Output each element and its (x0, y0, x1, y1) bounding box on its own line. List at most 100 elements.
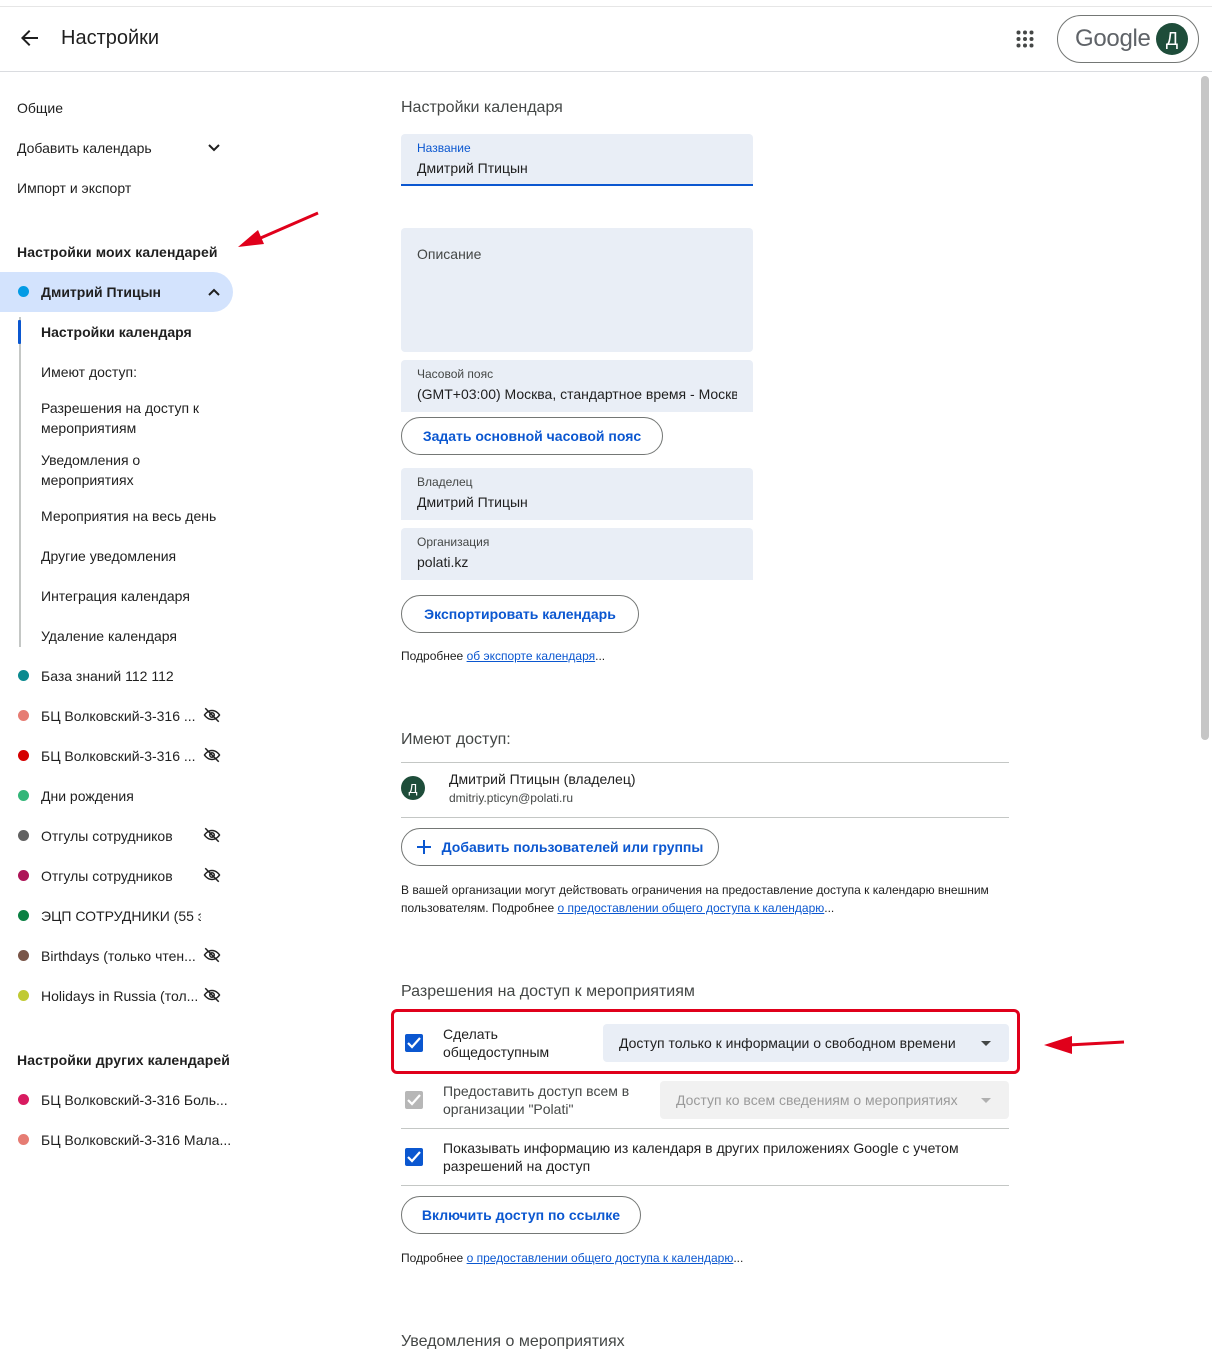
calendar-item[interactable]: ЭЦП СОТРУДНИКИ (55 эцп) (0, 896, 240, 936)
eye-off-icon[interactable] (203, 746, 223, 766)
calendar-item[interactable]: Birthdays (только чтен... (0, 936, 240, 976)
nav-import-export[interactable]: Импорт и экспорт (17, 180, 131, 196)
calendar-color-dot (18, 830, 29, 841)
account-chip[interactable]: Google Д (1057, 15, 1199, 63)
check-icon (407, 1094, 421, 1106)
org-access-checkbox (405, 1091, 423, 1109)
calendar-item[interactable]: Отгулы сотрудников (0, 856, 240, 896)
export-calendar-button[interactable]: Экспортировать календарь (401, 595, 639, 633)
calendar-color-dot (18, 1094, 29, 1105)
subnav-other-notifications[interactable]: Другие уведомления (41, 546, 231, 566)
calendar-item[interactable]: БЦ Волковский-3-316 Боль... (0, 1080, 240, 1120)
subnav-shared-with[interactable]: Имеют доступ: (41, 362, 231, 382)
timezone-value[interactable]: (GMT+03:00) Москва, стандартное время - … (417, 386, 737, 402)
export-note-prefix: Подробнее (401, 649, 467, 663)
organization-value: polati.kz (417, 554, 469, 570)
calendar-label: Дни рождения (41, 788, 134, 804)
divider (401, 1128, 1009, 1129)
org-access-select: Доступ ко всем сведениям о мероприятиях (660, 1081, 1009, 1119)
name-value[interactable]: Дмитрий Птицын (417, 160, 737, 176)
calendar-label: Birthdays (только чтен... (41, 948, 196, 964)
calendar-color-dot (18, 870, 29, 881)
calendar-settings-title: Настройки календаря (401, 99, 563, 116)
calendar-item[interactable]: Отгулы сотрудников (0, 816, 240, 856)
calendar-label: База знаний 112 112 (41, 668, 174, 684)
sharing-help-link[interactable]: о предоставлении общего доступа к календ… (557, 901, 824, 915)
calendar-item[interactable]: БЦ Волковский-3-316 ... (0, 736, 240, 776)
divider (401, 817, 1009, 818)
calendar-label: БЦ Волковский-3-316 ... (41, 708, 196, 724)
show-info-checkbox[interactable] (405, 1148, 423, 1166)
note-suffix: ... (733, 1251, 744, 1265)
calendar-color-dot (18, 710, 29, 721)
calendar-label: Дмитрий Птицын (41, 284, 161, 300)
calendar-item[interactable]: БЦ Волковский-3-316 Мала... (0, 1120, 240, 1160)
subnav-calendar-settings[interactable]: Настройки календаря (41, 322, 231, 342)
eye-off-icon[interactable] (203, 866, 223, 886)
subnav-remove-calendar[interactable]: Удаление календаря (41, 626, 231, 646)
divider (401, 762, 1009, 763)
eye-off-icon[interactable] (203, 946, 223, 966)
calendar-item[interactable]: Дни рождения (0, 776, 240, 816)
event-notifications-title: Уведомления о мероприятиях (401, 1333, 625, 1349)
calendar-item[interactable]: Holidays in Russia (тол... (0, 976, 240, 1016)
user-avatar: Д (401, 776, 425, 800)
calendar-item[interactable]: База знаний 112 112 (0, 656, 240, 696)
page-title: Настройки (61, 27, 160, 49)
owner-field: Владелец Дмитрий Птицын (401, 468, 753, 520)
annotation-arrow-icon (238, 211, 319, 247)
calendar-item-active[interactable]: Дмитрий Птицын (0, 272, 233, 312)
sub-nav-track (19, 317, 21, 647)
sharing-restrictions-note: В вашей организации могут действовать ог… (401, 881, 1021, 917)
calendar-label: БЦ Волковский-3-316 Боль... (41, 1092, 228, 1108)
enable-link-sharing-button[interactable]: Включить доступ по ссылке (401, 1196, 641, 1234)
organization-label: Организация (417, 535, 490, 549)
permissions-note: Подробнее о предоставлении общего доступ… (401, 1249, 743, 1267)
export-note-suffix: ... (595, 649, 606, 663)
note-prefix: Подробнее (401, 1251, 467, 1265)
check-icon (407, 1151, 421, 1163)
timezone-label: Часовой пояс (417, 367, 494, 381)
google-apps-button[interactable] (1010, 24, 1040, 54)
account-avatar[interactable]: Д (1156, 23, 1188, 55)
back-button[interactable] (14, 22, 46, 54)
timezone-field[interactable]: Часовой пояс (GMT+03:00) Москва, стандар… (401, 360, 753, 412)
top-strip (0, 0, 1212, 7)
set-primary-timezone-button[interactable]: Задать основной часовой пояс (401, 417, 663, 455)
subnav-access-permissions[interactable]: Разрешения на доступ к мероприятиям (41, 398, 221, 438)
shared-user-name: Дмитрий Птицын (владелец) (449, 771, 636, 787)
calendar-color-dot (18, 950, 29, 961)
chevron-down-icon[interactable] (204, 138, 224, 158)
name-field[interactable]: Название Дмитрий Птицын (401, 134, 753, 186)
export-help-link[interactable]: об экспорте календаря (467, 649, 596, 663)
nav-general[interactable]: Общие (17, 100, 63, 116)
org-access-label: Предоставить доступ всем в организации "… (443, 1083, 630, 1117)
calendar-color-dot (18, 286, 29, 297)
description-placeholder: Описание (417, 246, 482, 262)
eye-off-icon[interactable] (203, 706, 223, 726)
description-field[interactable]: Описание (401, 228, 753, 352)
organization-field: Организация polati.kz (401, 528, 753, 580)
add-people-button[interactable]: Добавить пользователей или группы (401, 828, 719, 866)
show-info-label: Показывать информацию из календаря в дру… (443, 1140, 959, 1174)
permissions-help-link[interactable]: о предоставлении общего доступа к календ… (467, 1251, 734, 1265)
calendar-label: БЦ Волковский-3-316 Мала... (41, 1132, 232, 1148)
scrollbar[interactable] (1201, 76, 1209, 740)
shared-with-title: Имеют доступ: (401, 731, 511, 748)
nav-add-calendar[interactable]: Добавить календарь (17, 140, 152, 156)
chevron-up-icon[interactable] (204, 282, 224, 302)
calendar-color-dot (18, 670, 29, 681)
annotation-arrow-icon (1044, 1036, 1125, 1054)
apps-grid-icon (1016, 30, 1034, 48)
subnav-event-notifications[interactable]: Уведомления о мероприятиях (41, 450, 181, 490)
eye-off-icon[interactable] (203, 826, 223, 846)
other-calendars-heading: Настройки других календарей (17, 1052, 230, 1068)
eye-off-icon[interactable] (203, 986, 223, 1006)
subnav-integrate-calendar[interactable]: Интеграция календаря (41, 586, 231, 606)
calendar-color-dot (18, 1134, 29, 1145)
calendar-label: Отгулы сотрудников (41, 868, 173, 884)
calendar-color-dot (18, 750, 29, 761)
subnav-all-day-events[interactable]: Мероприятия на весь день (41, 506, 231, 526)
calendar-item[interactable]: БЦ Волковский-3-316 ... (0, 696, 240, 736)
note-line: В вашей организации могут действовать ог… (401, 883, 989, 897)
